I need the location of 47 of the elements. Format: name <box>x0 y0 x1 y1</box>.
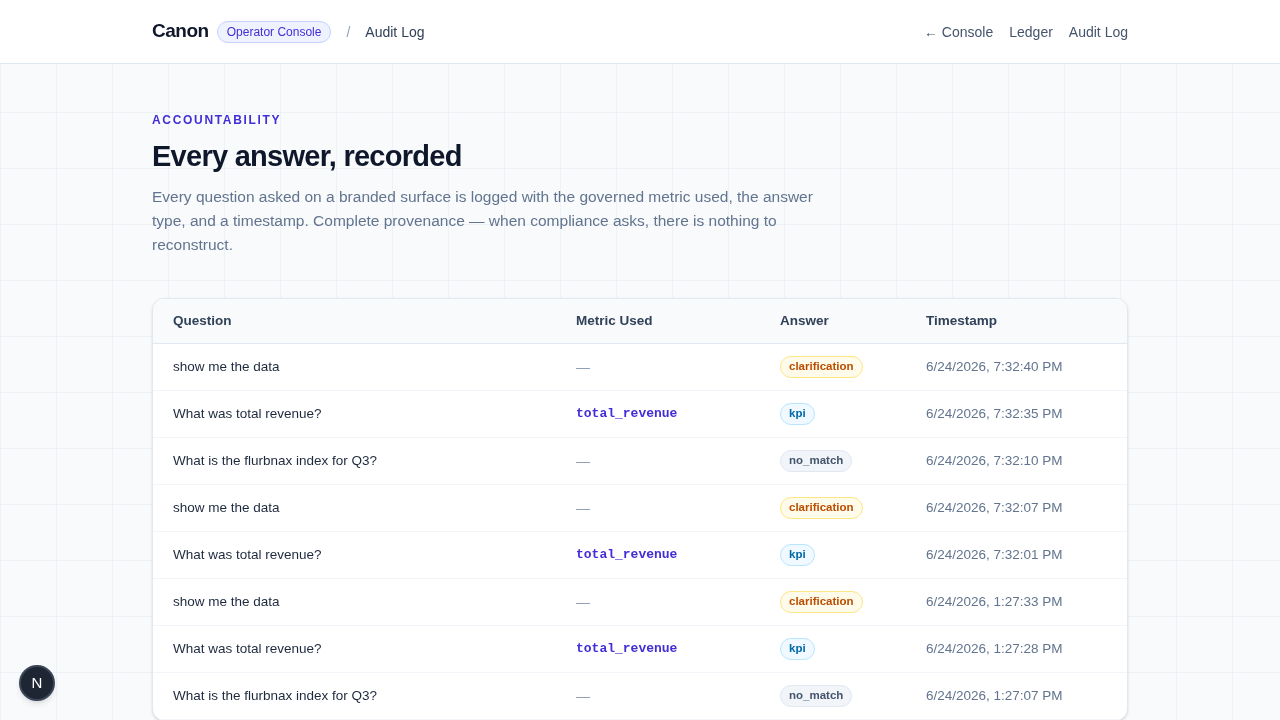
question-cell: What was total revenue? <box>153 625 556 673</box>
page-heading: Every answer, recorded <box>152 139 463 174</box>
column-header: Metric Used <box>556 299 760 344</box>
dev-indicator-button[interactable]: N <box>19 665 55 701</box>
metric-cell: — <box>556 437 760 485</box>
answer-type-tag: clarification <box>780 356 863 378</box>
answer-type-tag: no_match <box>780 685 853 707</box>
answer-type-tag: no_match <box>780 450 853 472</box>
question-cell: show me the data <box>153 343 556 391</box>
metric-cell: total_revenue <box>556 625 760 673</box>
answer-type-tag: clarification <box>780 591 863 613</box>
page-title: Audit Log <box>365 22 425 42</box>
metric-cell: — <box>556 672 760 720</box>
question-cell: What is the flurbnax index for Q3? <box>153 437 556 485</box>
question-cell: show me the data <box>153 578 556 626</box>
answer-type-tag: kpi <box>780 638 815 660</box>
column-header: Answer <box>760 299 906 344</box>
answer-type-tag: clarification <box>780 497 863 519</box>
timestamp-cell: 6/24/2026, 7:32:10 PM <box>906 437 1127 485</box>
section-eyebrow: ACCOUNTABILITY <box>152 112 283 128</box>
answer-type-tag: kpi <box>780 403 815 425</box>
metric-cell: total_revenue <box>556 390 760 438</box>
question-cell: What was total revenue? <box>153 531 556 579</box>
metric-cell: total_revenue <box>556 531 760 579</box>
metric-cell: — <box>556 343 760 391</box>
question-cell: show me the data <box>153 484 556 532</box>
console-tag: Operator Console <box>216 20 332 43</box>
nav-link[interactable]: Ledger <box>1009 21 1053 42</box>
timestamp-cell: 6/24/2026, 1:27:07 PM <box>906 672 1127 720</box>
question-cell: What was total revenue? <box>153 390 556 438</box>
column-header: Question <box>153 299 556 344</box>
timestamp-cell: 6/24/2026, 1:27:28 PM <box>906 625 1127 673</box>
nav-link[interactable]: ← Console <box>923 21 994 42</box>
timestamp-cell: 6/24/2026, 7:32:35 PM <box>906 390 1127 438</box>
timestamp-cell: 6/24/2026, 1:27:33 PM <box>906 578 1127 626</box>
timestamp-cell: 6/24/2026, 7:32:07 PM <box>906 484 1127 532</box>
intro-paragraph: Every question asked on a branded surface is logged with the governed metric used, the answer type, and a timestamp. Complete provenance — when compliance asks, there is nothing to reconstruct. <box>152 187 814 255</box>
nav-link[interactable]: Audit Log <box>1068 21 1128 42</box>
timestamp-cell: 6/24/2026, 7:32:40 PM <box>906 343 1127 391</box>
timestamp-cell: 6/24/2026, 7:32:01 PM <box>906 531 1127 579</box>
breadcrumb-separator: / <box>346 22 351 42</box>
question-cell: What is the flurbnax index for Q3? <box>153 672 556 720</box>
metric-cell: — <box>556 484 760 532</box>
column-header: Timestamp <box>906 299 1127 344</box>
answer-type-tag: kpi <box>780 544 815 566</box>
metric-cell: — <box>556 578 760 626</box>
brand-logo[interactable]: Canon <box>152 17 209 46</box>
